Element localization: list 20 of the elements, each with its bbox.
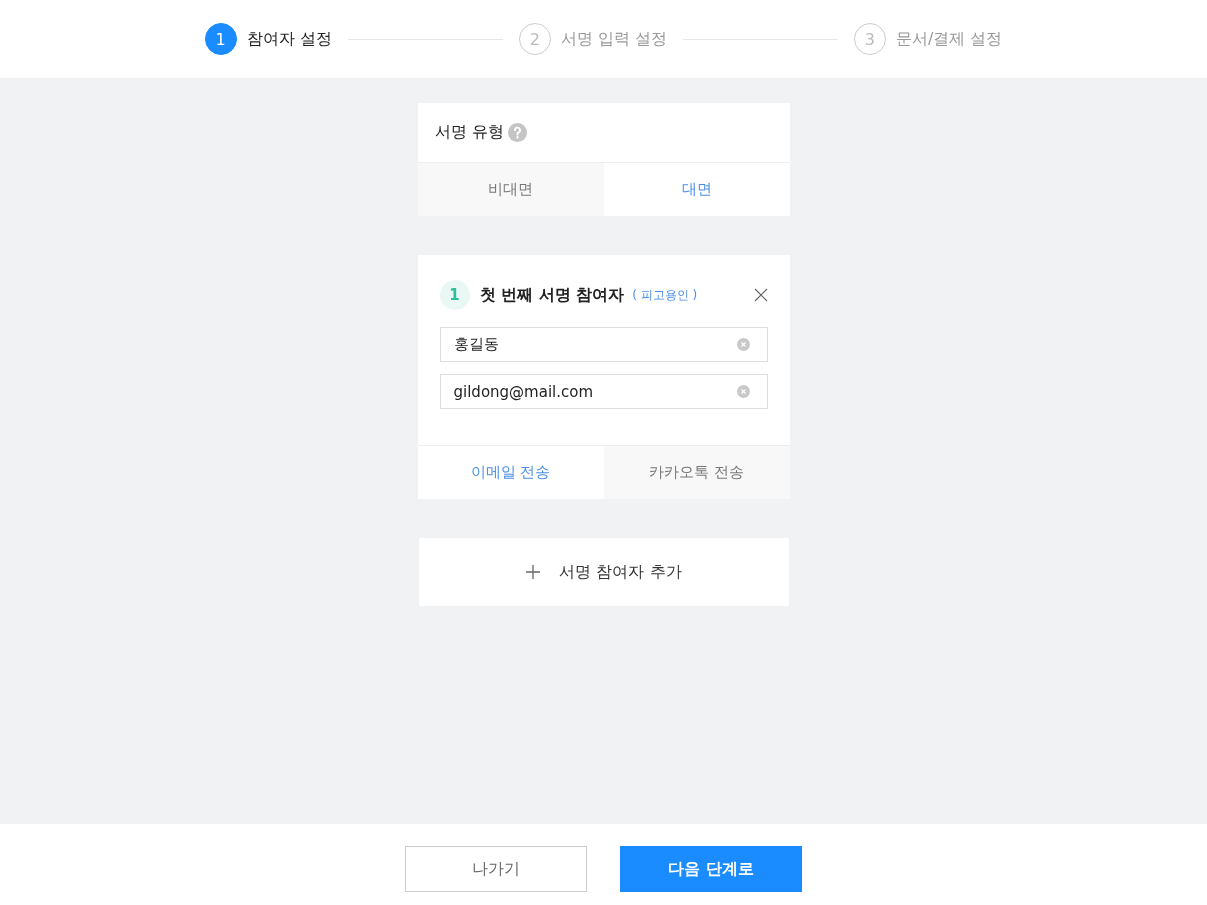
clear-icon[interactable]	[736, 338, 750, 351]
step-number: 1	[204, 23, 237, 55]
participant-role: ( 피고용인 )	[632, 286, 698, 304]
help-icon[interactable]	[507, 123, 527, 142]
input-field[interactable]: gildong@mail.com	[439, 374, 768, 409]
exit-button[interactable]: 나가기	[405, 846, 587, 892]
close-icon[interactable]	[753, 288, 768, 302]
step-label: 참여자 설정	[246, 28, 332, 50]
sign-type-tab[interactable]: 비대면	[417, 163, 604, 216]
send-method-tab[interactable]: 카카오톡 전송	[603, 446, 790, 499]
clear-icon[interactable]	[736, 385, 750, 398]
participant-number: 1	[439, 280, 470, 310]
step-label: 문서/결제 설정	[895, 28, 1003, 50]
input-field[interactable]: 홍길동	[439, 327, 768, 362]
section-title: 서명 유형	[434, 122, 504, 143]
next-step-button[interactable]: 다음 단계로	[620, 846, 802, 892]
step-label: 서명 입력 설정	[560, 28, 667, 50]
plus-icon	[525, 564, 542, 580]
add-participant-button[interactable]: 서명 참여자 추가	[418, 538, 789, 606]
participant-title: 첫 번째 서명 참여자	[479, 284, 625, 306]
